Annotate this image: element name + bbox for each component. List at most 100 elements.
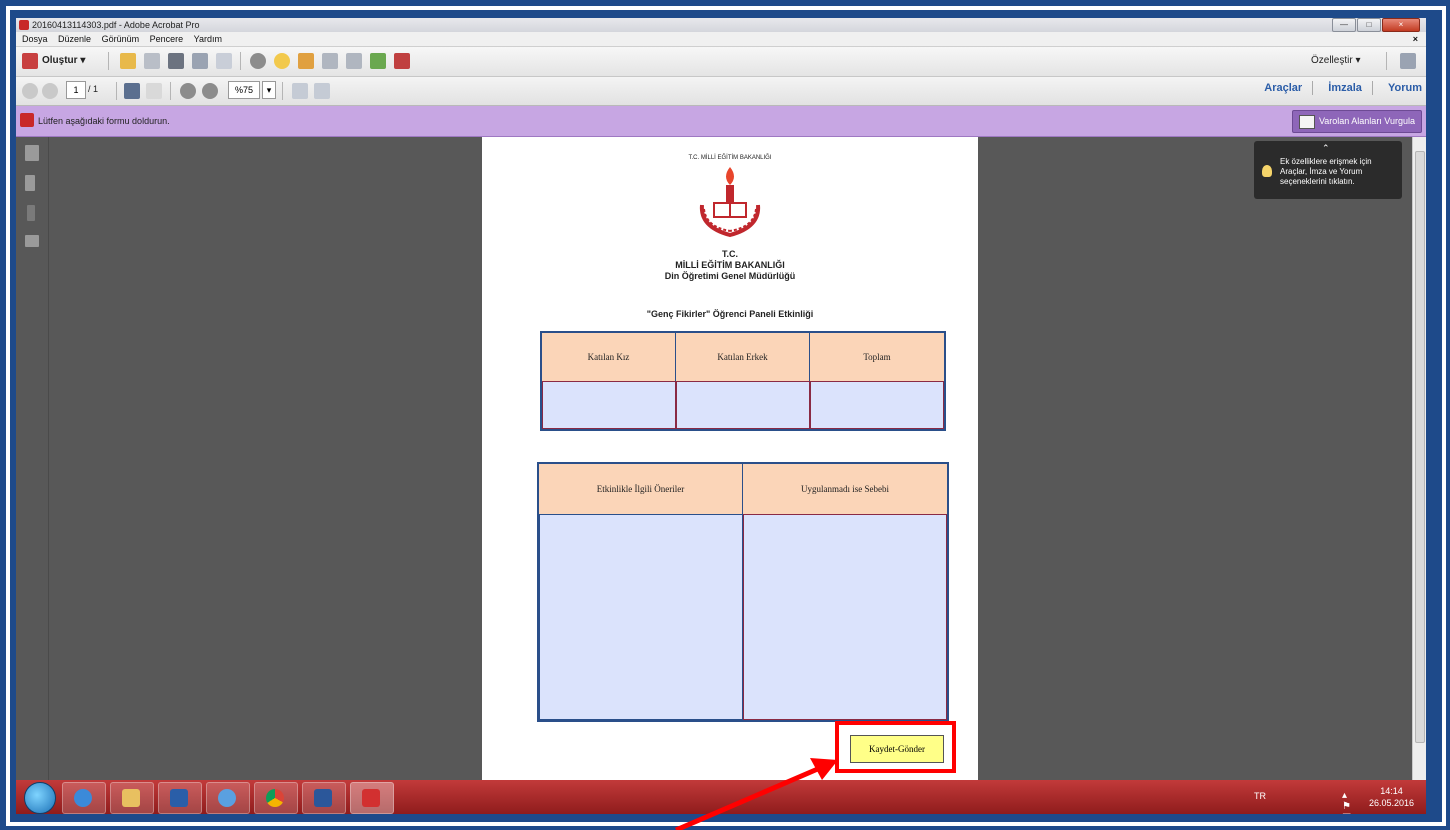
zoom-dropdown-chevron-icon[interactable]: ▾	[262, 81, 276, 99]
vertical-scrollbar[interactable]	[1412, 137, 1426, 780]
taskbar-word[interactable]	[302, 782, 346, 814]
tooltip-text: Ek özelliklere erişmek için Araçlar, İmz…	[1280, 157, 1372, 186]
toolbar-separator	[116, 82, 117, 100]
acrobat-icon	[362, 789, 380, 807]
header-suggestions: Etkinlikle İlgili Öneriler	[539, 464, 743, 514]
taskbar-ie2[interactable]	[206, 782, 250, 814]
create-icon[interactable]	[22, 53, 38, 69]
sign-icon[interactable]	[298, 53, 314, 69]
internet-explorer-icon	[74, 789, 92, 807]
header-directorate: Din Öğretimi Genel Müdürlüğü	[664, 271, 796, 281]
comment-icon[interactable]	[274, 53, 290, 69]
previous-page-icon[interactable]	[22, 83, 38, 99]
panel-links: Araçlar İmzala Yorum	[1252, 81, 1422, 95]
menu-pencere[interactable]: Pencere	[150, 34, 184, 44]
toolbar-separator	[240, 52, 241, 70]
page-total: / 1	[88, 84, 99, 94]
close-document-icon[interactable]: ×	[1413, 32, 1418, 46]
tray-icons[interactable]: ▴ ⚑ ▣ ♬	[1342, 790, 1358, 814]
file-explorer-icon	[122, 789, 140, 807]
close-window-button[interactable]: ×	[1382, 18, 1420, 32]
comment-link[interactable]: Yorum	[1388, 82, 1422, 94]
expand-icon[interactable]	[1400, 53, 1416, 69]
customize-dropdown[interactable]: Özelleştir ▾	[1311, 52, 1360, 70]
signatures-icon[interactable]	[25, 235, 39, 247]
form-message: Lütfen aşağıdaki formu doldurun.	[38, 116, 170, 126]
bookmarks-icon[interactable]	[25, 175, 35, 191]
zoom-out-icon[interactable]	[180, 83, 196, 99]
highlight-fields-icon	[1298, 115, 1315, 129]
fit-page-icon[interactable]	[292, 83, 308, 99]
taskbar-acrobat[interactable]	[350, 782, 394, 814]
clock-date: 26.05.2016	[1368, 798, 1414, 808]
menu-gorunum[interactable]: Görünüm	[102, 34, 140, 44]
page-number-input[interactable]: 1	[66, 81, 86, 99]
reason-field[interactable]	[743, 514, 947, 720]
lightbulb-icon	[1262, 165, 1272, 177]
collapse-chevron-up-icon[interactable]: ⌃	[1322, 143, 1330, 154]
minimize-button[interactable]: —	[1332, 18, 1356, 32]
menu-duzenle[interactable]: Düzenle	[58, 34, 91, 44]
zoom-in-icon[interactable]	[202, 83, 218, 99]
pdf-page: T.C. MİLLİ EĞİTİM BAKANLIĞI T.C. MİLLİ E…	[482, 137, 978, 780]
menu-bar: Dosya Düzenle Görünüm Pencere Yardım ×	[16, 32, 1426, 47]
header-boys: Katılan Erkek	[676, 333, 810, 381]
document-search-icon[interactable]	[346, 53, 362, 69]
page-thumbnails-icon[interactable]	[25, 145, 39, 161]
window-title: 20160413114303.pdf - Adobe Acrobat Pro	[32, 20, 200, 30]
suggestions-field[interactable]	[539, 514, 743, 720]
hand-tool-icon[interactable]	[146, 83, 162, 99]
total-count-field[interactable]	[810, 381, 944, 429]
header-girls: Katılan Kız	[542, 333, 676, 381]
participants-table: Katılan Kız Katılan Erkek Toplam	[540, 331, 946, 431]
navigation-toolbar: 1 / 1 %75 ▾ Araçlar İmzala Yorum	[16, 77, 1426, 106]
language-indicator[interactable]: TR	[1254, 791, 1266, 801]
activity-title: "Genç Fikirler" Öğrenci Paneli Etkinliği	[646, 309, 814, 319]
maximize-button[interactable]: □	[1357, 18, 1381, 32]
sign-link[interactable]: İmzala	[1328, 82, 1362, 94]
seal-lettering: T.C. MİLLİ EĞİTİM BAKANLIĞI	[688, 154, 771, 161]
next-page-icon[interactable]	[42, 83, 58, 99]
settings-gear-icon[interactable]	[250, 53, 266, 69]
link-divider	[1312, 81, 1314, 95]
taskbar-media[interactable]	[158, 782, 202, 814]
menu-dosya[interactable]: Dosya	[22, 34, 48, 44]
clock[interactable]: 14:14 26.05.2016	[1369, 785, 1414, 809]
select-tool-icon[interactable]	[124, 83, 140, 99]
document-export-icon[interactable]	[370, 53, 386, 69]
header-tc: T.C.	[721, 249, 738, 259]
media-player-icon	[170, 789, 188, 807]
pdf-app-icon	[19, 20, 29, 30]
scrollbar-thumb[interactable]	[1415, 151, 1425, 743]
menu-yardim[interactable]: Yardım	[194, 34, 222, 44]
start-button[interactable]	[24, 782, 56, 814]
boys-count-field[interactable]	[676, 381, 810, 429]
save-icon[interactable]	[144, 53, 160, 69]
internet-explorer-icon	[218, 789, 236, 807]
zoom-level-input[interactable]: %75	[228, 81, 260, 99]
girls-count-field[interactable]	[542, 381, 676, 429]
toolbar-separator	[108, 52, 109, 70]
taskbar-explorer[interactable]	[110, 782, 154, 814]
ministry-seal-logo: T.C. MİLLİ EĞİTİM BAKANLIĞI	[688, 154, 772, 238]
open-folder-icon[interactable]	[120, 53, 136, 69]
taskbar-chrome[interactable]	[254, 782, 298, 814]
main-toolbar: Oluştur ▾ Özelleştir ▾	[16, 47, 1426, 77]
document-icon[interactable]	[322, 53, 338, 69]
header-total: Toplam	[810, 333, 944, 381]
tools-link[interactable]: Araçlar	[1264, 82, 1302, 94]
document-security-icon[interactable]	[394, 53, 410, 69]
highlight-fields-button[interactable]: Varolan Alanları Vurgula	[1291, 110, 1422, 133]
header-ministry: MİLLİ EĞİTİM BAKANLIĞI	[675, 260, 785, 270]
taskbar-ie[interactable]	[62, 782, 106, 814]
edit-icon[interactable]	[192, 53, 208, 69]
full-screen-icon[interactable]	[314, 83, 330, 99]
attachments-paperclip-icon[interactable]	[27, 205, 35, 221]
print-icon[interactable]	[168, 53, 184, 69]
form-icon	[20, 113, 34, 127]
create-dropdown[interactable]: Oluştur ▾	[42, 52, 85, 70]
title-bar: 20160413114303.pdf - Adobe Acrobat Pro —…	[16, 18, 1426, 32]
header-reason: Uygulanmadı ise Sebebi	[743, 464, 947, 514]
toolbar-separator	[170, 82, 171, 100]
email-icon[interactable]	[216, 53, 232, 69]
